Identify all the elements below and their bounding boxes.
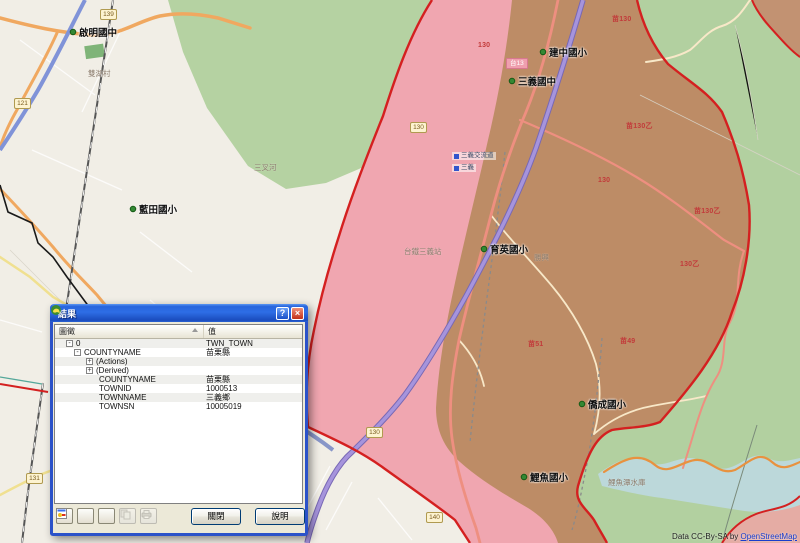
results-tree[interactable]: 圖徵 值 -0 TWN_TOWN -COUNTYNAME 苗栗縣 +(Actio… bbox=[54, 324, 303, 504]
openstreetmap-link[interactable]: OpenStreetMap bbox=[741, 532, 797, 541]
row-key: COUNTYNAME bbox=[84, 348, 141, 357]
tree-row[interactable]: +(Derived) bbox=[55, 366, 302, 375]
print-button bbox=[140, 508, 157, 524]
collapse-tree-button[interactable] bbox=[77, 508, 94, 524]
sort-indicator-icon bbox=[192, 328, 198, 332]
row-value: 苗栗縣 bbox=[204, 348, 302, 357]
row-value bbox=[204, 366, 302, 375]
column-header-label: 圖徵 bbox=[59, 327, 75, 336]
route-shield: 130 bbox=[366, 427, 383, 438]
qgis-app-icon bbox=[50, 304, 62, 316]
school-marker bbox=[481, 246, 487, 252]
school-marker bbox=[130, 206, 136, 212]
route-box: 台13 bbox=[506, 58, 528, 69]
column-header-value[interactable]: 值 bbox=[204, 325, 302, 338]
row-value: 1000513 bbox=[204, 384, 302, 393]
results-toolbar bbox=[56, 508, 157, 524]
expand-new-results-button[interactable] bbox=[98, 508, 115, 524]
row-key: TOWNID bbox=[99, 384, 131, 393]
map-attribution: Data CC-By-SA by OpenStreetMap bbox=[672, 532, 797, 541]
tree-row[interactable]: -0 TWN_TOWN bbox=[55, 339, 302, 348]
school-marker bbox=[509, 78, 515, 84]
exit-marker-icon bbox=[454, 166, 459, 171]
tree-row[interactable]: +(Actions) bbox=[55, 357, 302, 366]
tree-row[interactable]: -COUNTYNAME 苗栗縣 bbox=[55, 348, 302, 357]
map-canvas[interactable]: 啟明國中 藍田國小 建中國小 三義國中 育英國小 僑成國小 鯉魚國小 雙湖村 三… bbox=[0, 0, 800, 543]
route-shield: 140 bbox=[426, 512, 443, 523]
school-marker bbox=[579, 401, 585, 407]
row-value: TWN_TOWN bbox=[204, 339, 302, 348]
exit-marker-icon bbox=[454, 154, 459, 159]
row-value bbox=[204, 357, 302, 366]
school-marker bbox=[540, 49, 546, 55]
row-key: (Actions) bbox=[96, 357, 128, 366]
row-key: (Derived) bbox=[96, 366, 129, 375]
expand-expander-icon[interactable]: + bbox=[86, 358, 93, 365]
route-shield: 131 bbox=[26, 473, 43, 484]
tree-row[interactable]: TOWNSN 10005019 bbox=[55, 402, 302, 411]
row-key: 0 bbox=[76, 339, 80, 348]
route-shield: 121 bbox=[14, 98, 31, 109]
expand-new-results-icon bbox=[56, 508, 67, 519]
help-titlebar-button[interactable]: ? bbox=[276, 307, 289, 320]
motorway-exit-label: 三義 bbox=[452, 164, 476, 172]
school-marker bbox=[70, 29, 76, 35]
collapse-expander-icon[interactable]: - bbox=[74, 349, 81, 356]
tree-row[interactable]: TOWNID 1000513 bbox=[55, 384, 302, 393]
tree-row[interactable]: COUNTYNAME 苗栗縣 bbox=[55, 375, 302, 384]
park-area bbox=[84, 44, 105, 60]
row-value: 苗栗縣 bbox=[204, 375, 302, 384]
dialog-titlebar[interactable]: 結果 ? × bbox=[50, 304, 308, 322]
results-tree-header: 圖徵 值 bbox=[55, 325, 302, 339]
exit-label-text: 三義交流道 bbox=[461, 152, 494, 160]
route-shield: 139 bbox=[100, 9, 117, 20]
column-header-feature[interactable]: 圖徵 bbox=[55, 325, 204, 338]
row-key: COUNTYNAME bbox=[99, 375, 156, 384]
school-marker bbox=[521, 474, 527, 480]
expand-expander-icon[interactable]: + bbox=[86, 367, 93, 374]
row-value: 三義鄉 bbox=[204, 393, 302, 402]
exit-label-text: 三義 bbox=[461, 164, 474, 172]
route-shield: 130 bbox=[410, 122, 427, 133]
close-button[interactable]: 關閉 bbox=[191, 508, 241, 525]
copy-icon bbox=[120, 509, 131, 520]
tree-row[interactable]: TOWNNAME 三義鄉 bbox=[55, 393, 302, 402]
motorway-exit-label: 三義交流道 bbox=[452, 152, 496, 160]
attribution-text: Data CC-By-SA by bbox=[672, 532, 740, 541]
row-key: TOWNSN bbox=[99, 402, 134, 411]
row-value: 10005019 bbox=[204, 402, 302, 411]
column-header-label: 值 bbox=[208, 327, 216, 336]
identify-results-dialog: 結果 ? × 圖徵 值 -0 TWN_TOWN -COUNTYNAME 苗栗縣 bbox=[50, 304, 308, 536]
collapse-expander-icon[interactable]: - bbox=[66, 340, 73, 347]
print-icon bbox=[141, 509, 152, 520]
close-titlebar-button[interactable]: × bbox=[291, 307, 304, 320]
row-key: TOWNNAME bbox=[99, 393, 146, 402]
help-button[interactable]: 說明 bbox=[255, 508, 305, 525]
dialog-title: 結果 bbox=[58, 307, 274, 320]
copy-attributes-button bbox=[119, 508, 136, 524]
